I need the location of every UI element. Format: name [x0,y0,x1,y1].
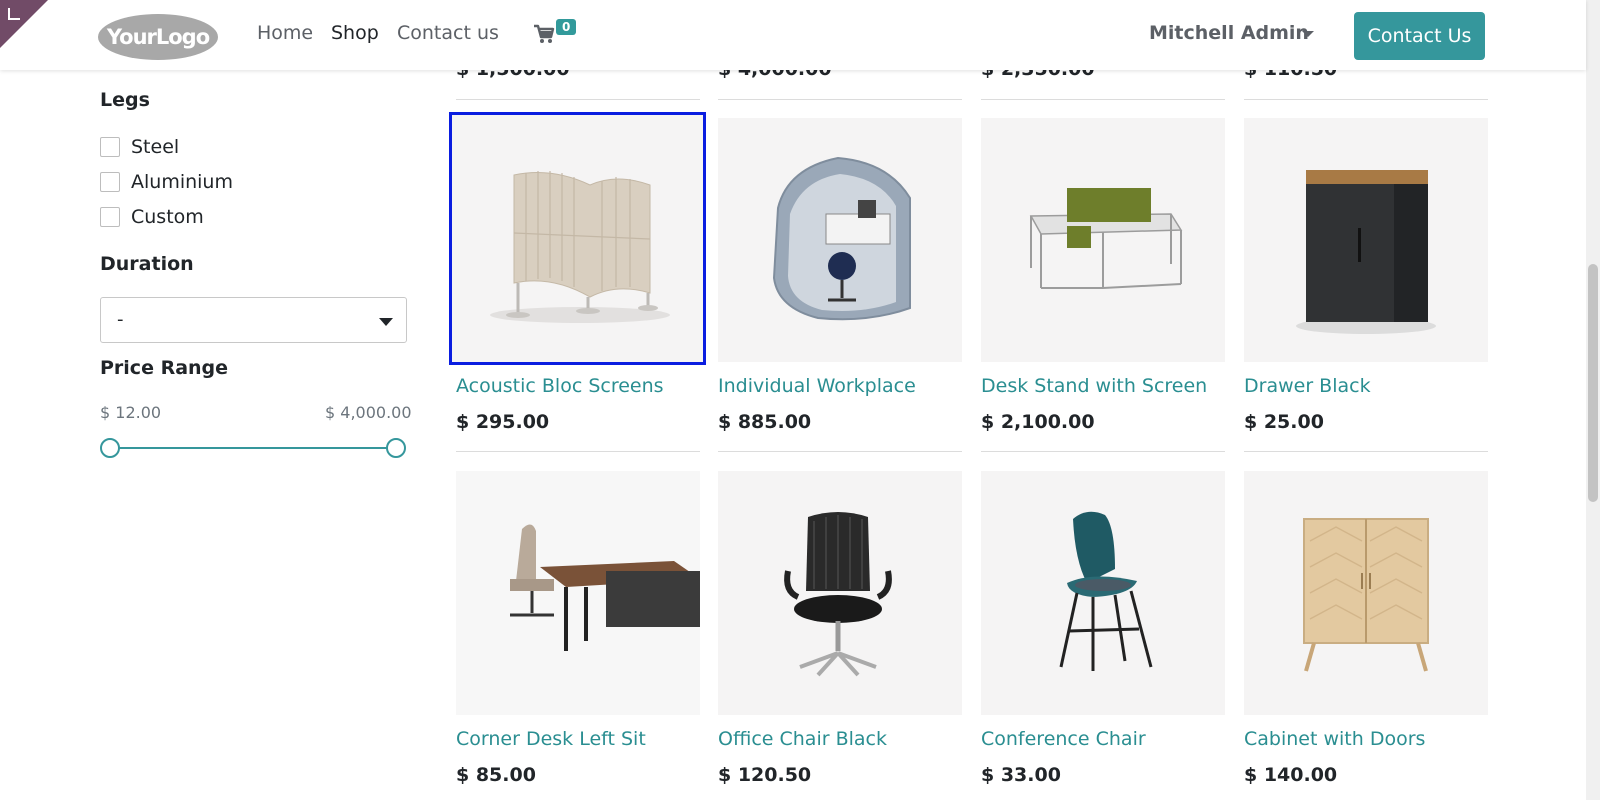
corner-icon [8,8,20,20]
product-name-link[interactable]: Drawer Black [1244,375,1371,397]
product-price: $ 140.00 [1244,764,1338,786]
price-max-label: $ 4,000.00 [325,403,412,422]
row-divider [456,451,700,452]
logo-text: YourLogo [106,25,210,49]
row-divider [1244,451,1488,452]
product-image-office-chair-black[interactable] [718,471,962,715]
row-divider [981,99,1225,100]
product-price: $ 25.00 [1244,411,1324,433]
legs-option-aluminium[interactable]: Aluminium [100,171,233,193]
nav-shop[interactable]: Shop [331,22,379,44]
product-price: $ 885.00 [718,411,812,433]
custom-label: Custom [131,206,204,228]
legs-filter-title: Legs [100,89,150,111]
product-image-acoustic-bloc-screens[interactable] [449,112,706,365]
product-image-conference-chair[interactable] [981,471,1225,715]
legs-option-steel[interactable]: Steel [100,136,179,158]
nav-home[interactable]: Home [257,22,313,44]
product-price: $ 2,100.00 [981,411,1095,433]
price-slider-min-handle[interactable] [100,438,120,458]
product-price: $ 295.00 [456,411,550,433]
row-divider [718,451,962,452]
custom-checkbox[interactable] [100,207,120,227]
nav-contact-us[interactable]: Contact us [397,22,499,44]
product-image-cabinet-with-doors[interactable] [1244,471,1488,715]
row-divider [1244,99,1488,100]
price-min-label: $ 12.00 [100,403,162,422]
product-price: $ 85.00 [456,764,536,786]
steel-checkbox[interactable] [100,137,120,157]
cart-count-badge: 0 [556,19,577,35]
product-name-link[interactable]: Cabinet with Doors [1244,728,1425,750]
page-scrollbar[interactable] [1586,0,1600,800]
site-logo[interactable]: YourLogo [98,14,218,60]
product-name-link[interactable]: Individual Workplace [718,375,916,397]
product-name-link[interactable]: Acoustic Bloc Screens [456,375,664,397]
price-range-title: Price Range [100,357,229,379]
site-header [0,0,1586,70]
cart-icon[interactable] [533,24,555,44]
row-divider [456,99,700,100]
product-image-drawer-black[interactable] [1244,118,1488,362]
product-price: $ 33.00 [981,764,1061,786]
scrollbar-thumb[interactable] [1588,264,1598,502]
caret-down-icon [379,318,393,326]
legs-option-custom[interactable]: Custom [100,206,204,228]
product-image-desk-stand-with-screen[interactable] [981,118,1225,362]
product-image-individual-workplace[interactable] [718,118,962,362]
price-slider-max-handle[interactable] [386,438,406,458]
duration-filter-title: Duration [100,253,194,275]
row-divider [718,99,962,100]
contact-us-button[interactable]: Contact Us [1354,12,1485,60]
product-name-link[interactable]: Corner Desk Left Sit [456,728,646,750]
user-menu[interactable]: Mitchell Admin [1149,22,1309,44]
duration-value: - [117,309,124,330]
chevron-down-icon [1302,31,1314,37]
product-name-link[interactable]: Office Chair Black [718,728,887,750]
row-divider [981,451,1225,452]
aluminium-checkbox[interactable] [100,172,120,192]
product-name-link[interactable]: Conference Chair [981,728,1146,750]
product-name-link[interactable]: Desk Stand with Screen [981,375,1207,397]
aluminium-label: Aluminium [131,171,233,193]
product-image-corner-desk-left-sit[interactable] [456,471,700,715]
product-price: $ 120.50 [718,764,812,786]
duration-select[interactable]: - [100,297,407,343]
steel-label: Steel [131,136,180,158]
price-slider-track[interactable] [110,447,396,449]
